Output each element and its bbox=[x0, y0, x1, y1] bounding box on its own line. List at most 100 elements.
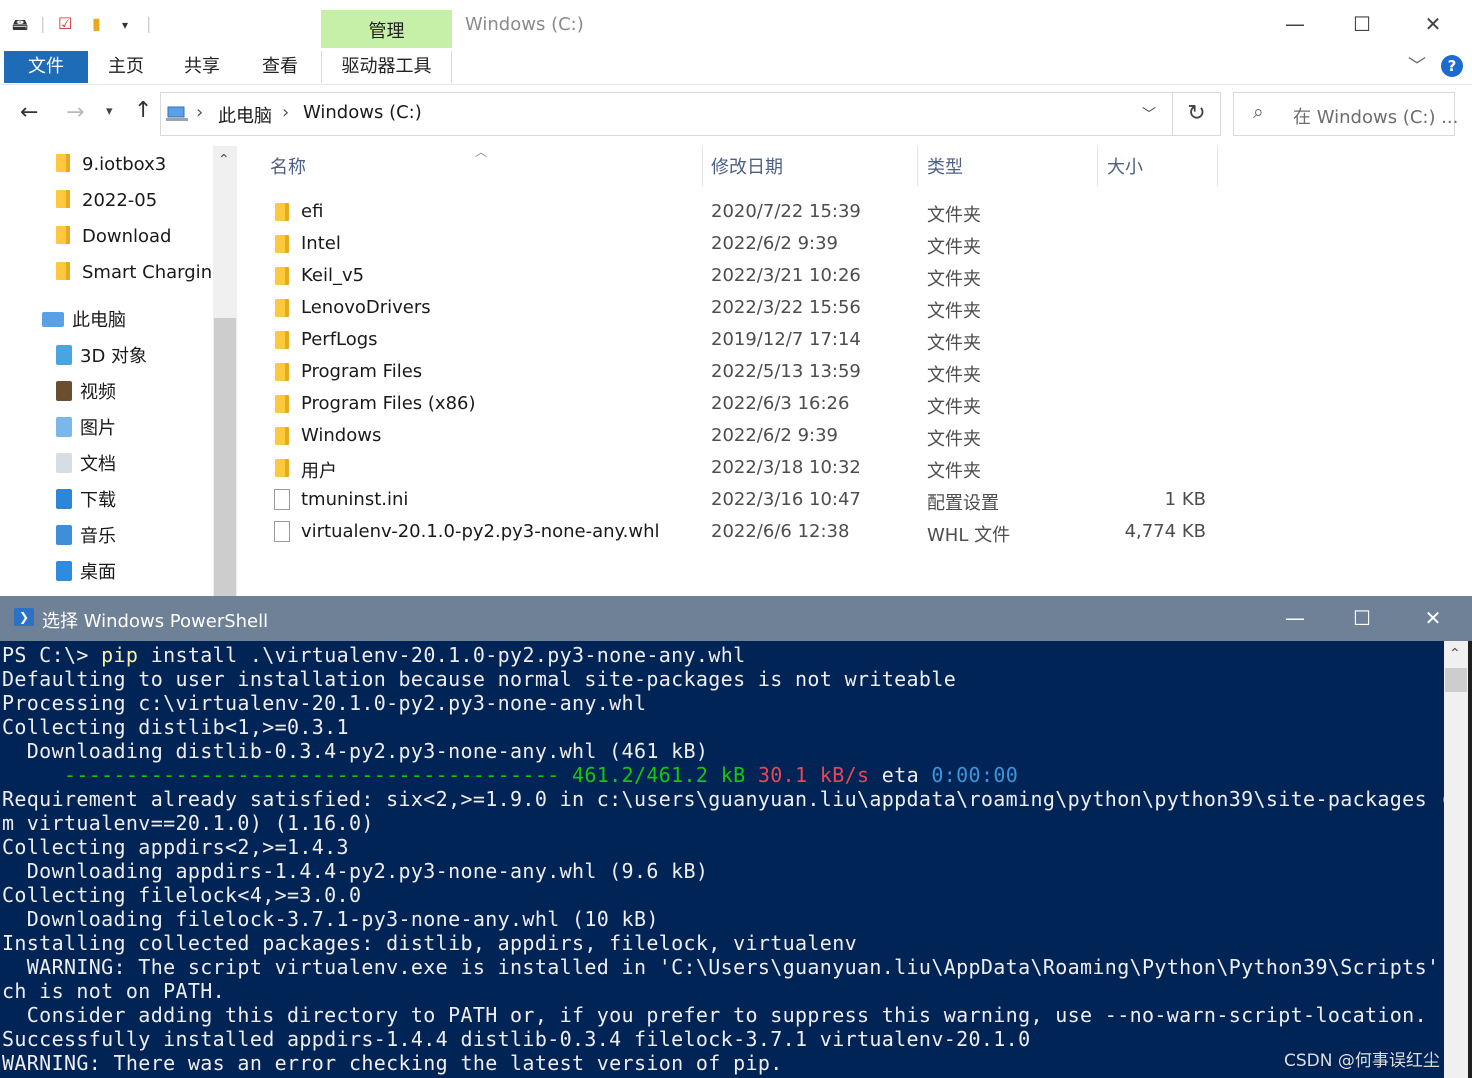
nav-item-label: 音乐 bbox=[80, 526, 116, 547]
nav-item-label: 下载 bbox=[80, 490, 116, 511]
scroll-up-arrow-icon[interactable]: ⌃ bbox=[218, 152, 230, 168]
address-history-chevron-icon[interactable]: ﹀ bbox=[1142, 104, 1156, 124]
console-line: Processing c:\virtualenv-20.1.0-py2.py3-… bbox=[2, 691, 647, 715]
file-type: 文件夹 bbox=[927, 429, 981, 450]
console-line: Downloading distlib-0.3.4-py2.py3-none-a… bbox=[2, 739, 709, 763]
pictures-icon bbox=[56, 417, 72, 437]
powershell-icon: ❯ bbox=[14, 608, 34, 626]
help-icon[interactable]: ? bbox=[1441, 55, 1463, 77]
file-size: 4,774 KB bbox=[1124, 521, 1206, 542]
folder-icon bbox=[56, 154, 70, 172]
file-date: 2022/3/22 15:56 bbox=[711, 297, 861, 318]
nav-item-label: 桌面 bbox=[80, 562, 116, 583]
minimize-button[interactable]: — bbox=[1275, 12, 1315, 36]
breadcrumb-this-pc[interactable]: 此电脑 bbox=[218, 102, 272, 128]
file-date: 2022/6/6 12:38 bbox=[711, 521, 850, 542]
nav-item-9-iotbox3[interactable]: 9.iotbox3 bbox=[56, 147, 166, 183]
nav-item-label: 文档 bbox=[80, 454, 116, 475]
file-type: 文件夹 bbox=[927, 301, 981, 322]
drive-properties-icon[interactable]: 🖴 bbox=[12, 14, 28, 41]
nav-item-desktop[interactable]: 桌面 bbox=[56, 555, 116, 591]
window-title: Windows (C:) bbox=[465, 14, 584, 35]
file-row[interactable]: Program Files 2022/5/13 13:59 文件夹 bbox=[270, 356, 1230, 388]
back-arrow-icon[interactable]: ← bbox=[20, 100, 38, 125]
file-name: Program Files bbox=[301, 361, 423, 382]
quick-access-divider: | bbox=[40, 14, 46, 33]
file-name: tmuninst.ini bbox=[301, 489, 409, 510]
refresh-icon[interactable]: ↻ bbox=[1173, 92, 1221, 136]
close-button[interactable]: ✕ bbox=[1413, 12, 1453, 36]
window-edge bbox=[1468, 641, 1472, 1078]
nav-item-downloads[interactable]: 下载 bbox=[56, 483, 116, 519]
nav-item-this-pc[interactable]: 此电脑 bbox=[42, 303, 126, 339]
recent-locations-chevron-icon[interactable]: ▾ bbox=[106, 104, 113, 119]
nav-item-label: 图片 bbox=[80, 418, 116, 439]
breadcrumb-windows-c[interactable]: Windows (C:) bbox=[303, 102, 422, 123]
manage-tab-group-label: 管理 bbox=[368, 21, 405, 42]
search-placeholder: 在 Windows (C:) ... bbox=[1293, 107, 1459, 128]
column-header-name[interactable]: 名称 bbox=[261, 146, 703, 186]
prompt-text: PS C:\> bbox=[2, 643, 102, 667]
file-type: 文件夹 bbox=[927, 205, 981, 226]
file-row[interactable]: PerfLogs 2019/12/7 17:14 文件夹 bbox=[270, 324, 1230, 356]
nav-item-2022-05[interactable]: 2022-05 bbox=[56, 183, 157, 219]
console-scrollbar[interactable] bbox=[1444, 641, 1468, 1078]
nav-pane-scroll-thumb[interactable] bbox=[214, 318, 236, 596]
forward-arrow-icon[interactable]: → bbox=[66, 100, 84, 125]
file-row[interactable]: Windows 2022/6/2 9:39 文件夹 bbox=[270, 420, 1230, 452]
tab-share[interactable]: 共享 bbox=[172, 51, 232, 83]
ps-close-button[interactable]: ✕ bbox=[1413, 606, 1453, 630]
file-row[interactable]: efi 2020/7/22 15:39 文件夹 bbox=[270, 196, 1230, 228]
nav-item-pictures[interactable]: 图片 bbox=[56, 411, 116, 447]
nav-item-label: Download bbox=[82, 226, 172, 247]
file-row[interactable]: Program Files (x86) 2022/6/3 16:26 文件夹 bbox=[270, 388, 1230, 420]
tab-drive-tools[interactable]: 驱动器工具 bbox=[321, 51, 452, 83]
quick-access-divider: | bbox=[146, 14, 152, 33]
nav-item-3d-objects[interactable]: 3D 对象 bbox=[56, 339, 147, 375]
explorer-title-bar bbox=[0, 0, 1472, 50]
nav-item-videos[interactable]: 视频 bbox=[56, 375, 116, 411]
scroll-up-arrow-icon[interactable]: ⌃ bbox=[1449, 646, 1461, 662]
up-arrow-icon[interactable]: ↑ bbox=[134, 98, 152, 123]
command-text: pip bbox=[101, 643, 139, 667]
folder-icon bbox=[275, 459, 289, 477]
nav-item-documents[interactable]: 文档 bbox=[56, 447, 116, 483]
ps-minimize-button[interactable]: — bbox=[1275, 606, 1315, 630]
console-scroll-thumb[interactable] bbox=[1445, 668, 1467, 692]
nav-item-download[interactable]: Download bbox=[56, 219, 171, 255]
progress-bar-text: ---------------------------------------- bbox=[2, 763, 560, 787]
blank-file-icon bbox=[274, 521, 290, 542]
tab-file[interactable]: 文件 bbox=[4, 51, 88, 83]
file-row[interactable]: virtualenv-20.1.0-py2.py3-none-any.whl 20… bbox=[270, 516, 1230, 548]
file-row[interactable]: Keil_v5 2022/3/21 10:26 文件夹 bbox=[270, 260, 1230, 292]
folder-icon bbox=[275, 395, 289, 413]
file-row[interactable]: Intel 2022/6/2 9:39 文件夹 bbox=[270, 228, 1230, 260]
nav-item-smart-charging[interactable]: Smart Charging bbox=[56, 255, 213, 291]
properties-check-icon[interactable]: ☑ bbox=[58, 14, 72, 33]
navigation-pane: 9.iotbox3 2022-05 Download Smart Chargin… bbox=[0, 146, 213, 596]
customize-toolbar-dropdown-icon[interactable]: ▾ bbox=[122, 18, 128, 32]
tab-view[interactable]: 查看 bbox=[250, 51, 310, 83]
nav-item-label: 2022-05 bbox=[82, 190, 158, 211]
file-row[interactable]: tmuninst.ini 2022/3/16 10:47 配置设置 1 KB bbox=[270, 484, 1230, 516]
nav-item-music[interactable]: 音乐 bbox=[56, 519, 116, 555]
file-date: 2022/3/18 10:32 bbox=[711, 457, 861, 478]
file-type: 文件夹 bbox=[927, 237, 981, 258]
column-header-type[interactable]: 类型 bbox=[918, 146, 1098, 186]
console-line: Successfully installed appdirs-1.4.4 dis… bbox=[2, 1027, 1031, 1051]
expand-ribbon-chevron-icon[interactable]: ﹀ bbox=[1408, 52, 1426, 78]
column-header-date[interactable]: 修改日期 bbox=[702, 146, 918, 186]
ps-maximize-button[interactable]: ☐ bbox=[1342, 606, 1382, 630]
progress-eta: 0:00:00 bbox=[931, 763, 1019, 787]
file-name: 用户 bbox=[301, 461, 337, 482]
powershell-console[interactable]: PS C:\> pip install .\virtualenv-20.1.0-… bbox=[0, 641, 1444, 1078]
nav-item-label: 此电脑 bbox=[72, 310, 126, 331]
tab-home[interactable]: 主页 bbox=[96, 51, 156, 83]
file-row[interactable]: LenovoDrivers 2022/3/22 15:56 文件夹 bbox=[270, 292, 1230, 324]
column-header-size[interactable]: 大小 bbox=[1098, 146, 1218, 186]
file-date: 2020/7/22 15:39 bbox=[711, 201, 861, 222]
maximize-button[interactable]: ☐ bbox=[1342, 12, 1382, 36]
nav-item-label: 9.iotbox3 bbox=[82, 154, 167, 175]
file-row[interactable]: 用户 2022/3/18 10:32 文件夹 bbox=[270, 452, 1230, 484]
new-folder-icon[interactable]: ▮ bbox=[92, 14, 101, 33]
